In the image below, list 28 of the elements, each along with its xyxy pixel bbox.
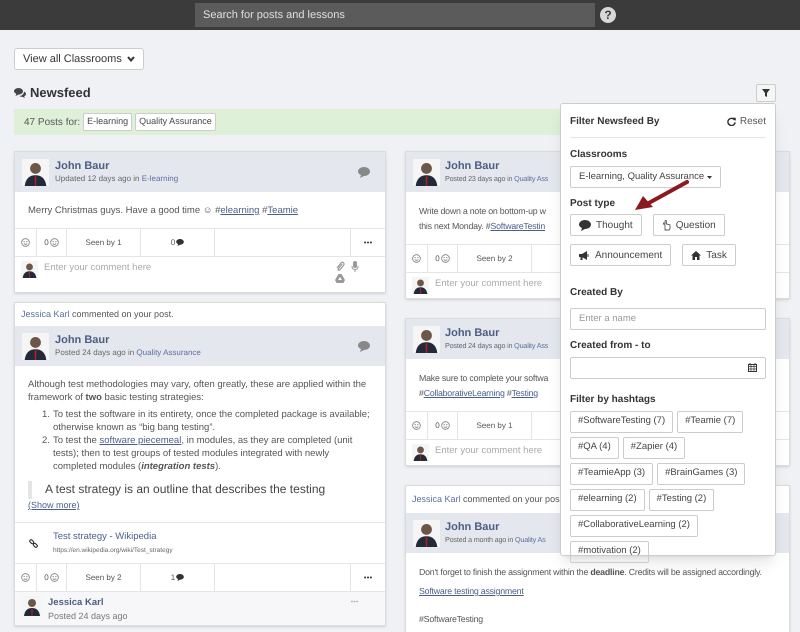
- post-text: Although test methodologies may vary, often greatly, these are applied within the framework of two basic testing strategies:: [28, 378, 368, 404]
- field-label: Filter by hashtags: [570, 392, 657, 406]
- post-meta: Updated 12 days ago in E-learning: [55, 173, 178, 185]
- classroom-tag: Quality Assurance: [135, 113, 216, 131]
- classroom-tag: E-learning: [83, 113, 132, 131]
- post-text: Make sure to complete your softwa: [419, 372, 548, 385]
- post-meta: Posted 24 days ago in Quality Assurance: [55, 347, 201, 359]
- popover-title: Filter Newsfeed By: [570, 115, 660, 129]
- field-label: Created By: [570, 286, 624, 300]
- post-text: #CollaborativeLearning #Testing: [419, 387, 538, 400]
- list-item-text: To test the software piecemeal, in modules, as they are completed (unit tests); then to test groups of tested modules integrated with newly completed modules (integration tests).: [53, 434, 354, 473]
- post-text: Write down a note on bottom-up w: [419, 205, 546, 218]
- post-text: Don't forget to finish the assignment within the deadline. Credits will be assigned accordingly.: [419, 566, 762, 579]
- notice-text: Jessica Karl commented on your post.: [21, 308, 174, 321]
- list-number: 1.: [42, 408, 50, 422]
- field-label: Created from - to: [570, 338, 652, 352]
- post-text: Merry Christmas guys. Have a good time ☺ #elearning #Teamie: [28, 204, 298, 217]
- page-heading: Newsfeed: [30, 84, 91, 102]
- field-label: Post type: [570, 197, 616, 211]
- summary-label: 47 Posts for:: [24, 116, 80, 130]
- post-text: this next Monday. #SoftwareTestin: [419, 220, 546, 233]
- field-label: Classrooms: [570, 148, 628, 162]
- list-item-text: To test the software in its entirety, once the completed package is available; otherwise known as “big bang testing”.: [53, 408, 371, 434]
- notice-text: Jessica Karl commented on your pos: [412, 492, 560, 506]
- list-number: 2.: [42, 434, 50, 448]
- post-text: #SoftwareTesting: [419, 613, 483, 626]
- comment-meta: Posted 24 days ago: [48, 610, 128, 624]
- quote-text: A test strategy is an outline that describes the testing: [45, 482, 326, 496]
